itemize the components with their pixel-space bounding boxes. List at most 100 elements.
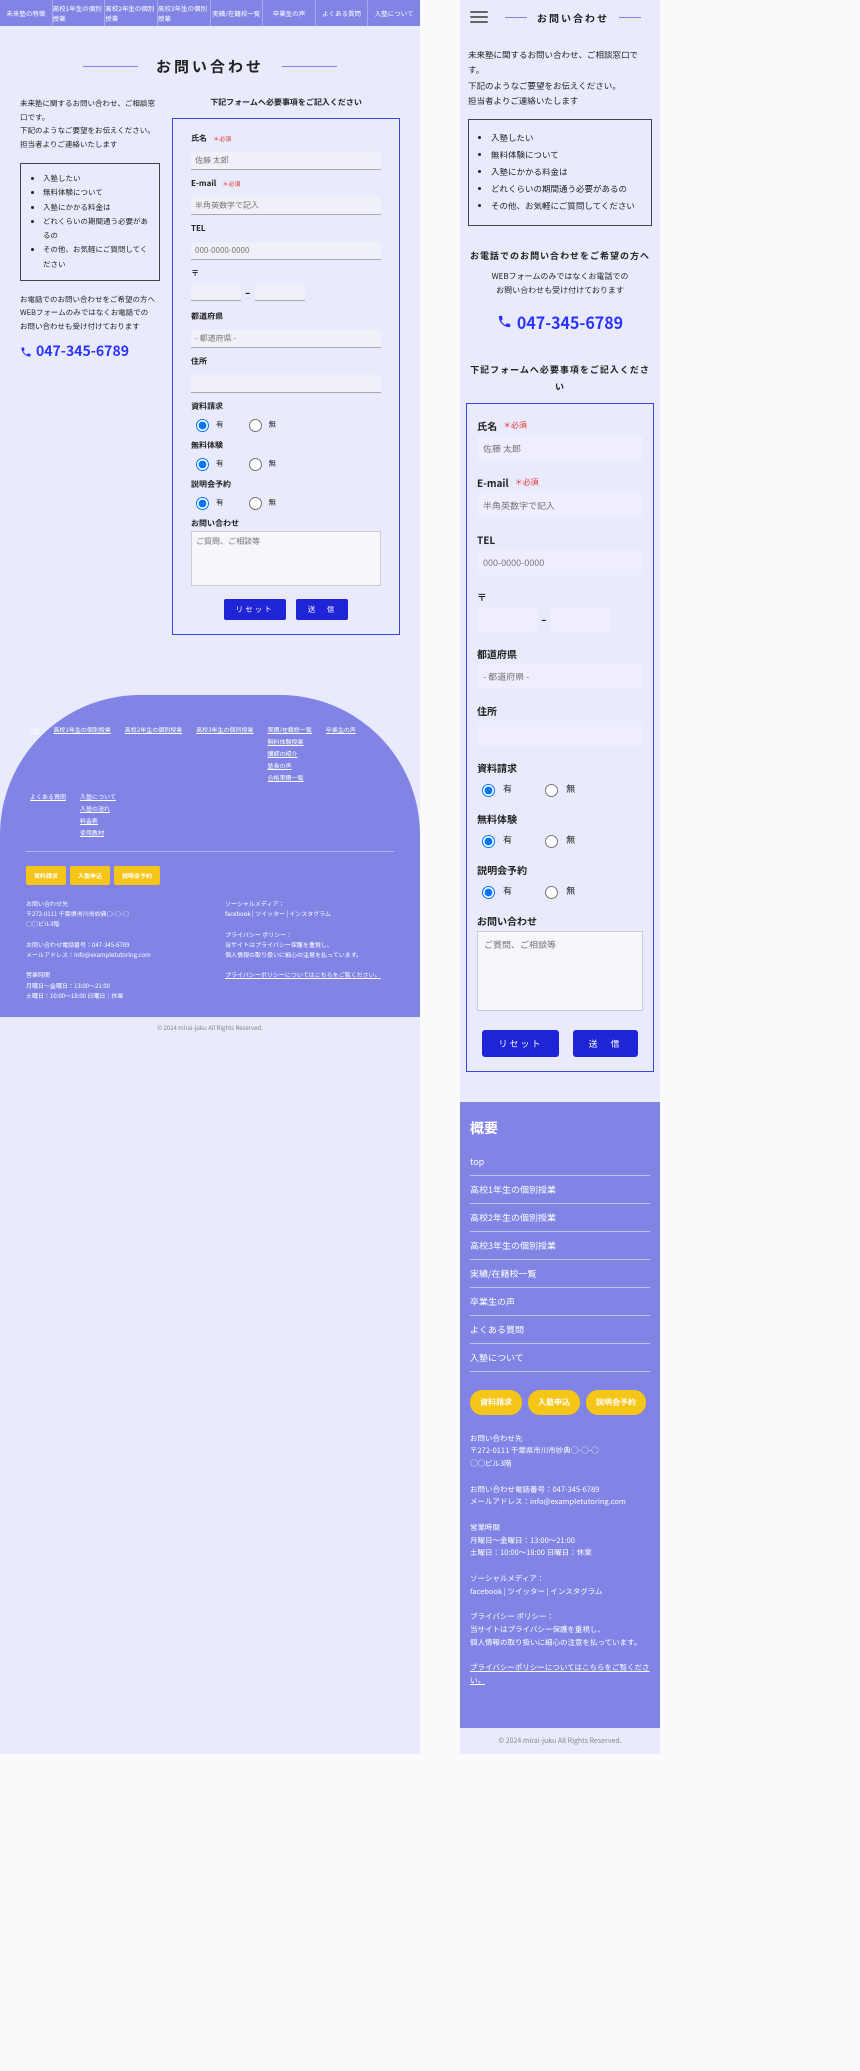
copyright: © 2024 mirai-juku All Rights Reserved.	[0, 1017, 420, 1038]
footer-link[interactable]: 卒業生の声	[470, 1288, 650, 1316]
list-item: その他、お気軽にご質問してください	[43, 243, 149, 272]
request-docs-button[interactable]: 資料請求	[470, 1390, 522, 1415]
submit-button[interactable]: 送 信	[296, 599, 349, 620]
pref-select[interactable]	[477, 664, 643, 689]
zip2-input[interactable]	[551, 607, 611, 632]
footer-sublink[interactable]: 料金表	[80, 816, 116, 825]
mobile-view: お問い合わせ 未来塾に関するお問い合わせ、ご相談窓口です。 下記のようなご要望を…	[460, 0, 660, 1754]
nav-item-5[interactable]: 卒業生の声	[263, 0, 316, 26]
briefing-yes-radio[interactable]	[196, 497, 209, 510]
zip1-input[interactable]	[191, 283, 241, 301]
footer-link-top[interactable]: top	[30, 725, 40, 782]
footer-sublink[interactable]: 塾長の声	[268, 761, 312, 770]
enroll-button[interactable]: 入塾申込	[70, 866, 110, 885]
footer-link[interactable]: 高校3年生の個別授業	[196, 725, 253, 782]
list-item: 無料体験について	[491, 147, 643, 164]
social-links[interactable]: facebook | ツイッター | インスタグラム	[225, 909, 394, 919]
desktop-footer: top 高校1年生の個別授業 高校2年生の個別授業 高校3年生の個別授業 実績/…	[0, 695, 420, 1017]
inquiry-textarea[interactable]	[477, 931, 643, 1011]
nav-item-4[interactable]: 実績/在籍校一覧	[211, 0, 264, 26]
footer-sublink[interactable]: 無料体験授業	[268, 737, 312, 746]
heading-line-right	[282, 66, 337, 67]
footer-link[interactable]: 高校1年生の個別授業	[54, 725, 111, 782]
briefing-button[interactable]: 説明会予約	[114, 866, 160, 885]
footer-link[interactable]: 高校3年生の個別授業	[470, 1232, 650, 1260]
enroll-button[interactable]: 入塾申込	[528, 1390, 580, 1415]
phone-icon	[20, 346, 32, 358]
footer-overview: 概要	[470, 1118, 650, 1138]
footer-link[interactable]: 高校2年生の個別授業	[125, 725, 182, 782]
list-item: 無料体験について	[43, 186, 149, 200]
footer-link[interactable]: よくある質問	[30, 792, 66, 837]
submit-button[interactable]: 送 信	[573, 1030, 638, 1057]
name-input[interactable]	[477, 436, 643, 461]
footer-sublink[interactable]: 入塾の流れ	[80, 804, 116, 813]
phone-number: 047-345-6789	[36, 339, 129, 364]
doc-yes-radio[interactable]	[482, 784, 495, 797]
tel-input[interactable]	[191, 242, 381, 260]
trial-yes-radio[interactable]	[482, 835, 495, 848]
nav-item-3[interactable]: 高校3年生の個別授業	[158, 0, 211, 26]
tel-input[interactable]	[477, 550, 643, 575]
doc-no-radio[interactable]	[545, 784, 558, 797]
footer-link[interactable]: 実績/在籍校一覧	[470, 1260, 650, 1288]
request-docs-button[interactable]: 資料請求	[26, 866, 66, 885]
footer-link[interactable]: 実績/在籍校一覧	[268, 725, 312, 734]
trial-no-radio[interactable]	[249, 458, 262, 471]
doc-yes-radio[interactable]	[196, 419, 209, 432]
phone-link-mobile[interactable]: 047-345-6789	[468, 308, 652, 337]
briefing-no-radio[interactable]	[545, 886, 558, 899]
name-input[interactable]	[191, 152, 381, 170]
phone-link[interactable]: 047-345-6789	[20, 339, 160, 364]
doc-no-radio[interactable]	[249, 419, 262, 432]
nav-item-6[interactable]: よくある質問	[316, 0, 369, 26]
footer-sublink[interactable]: 合格実績一覧	[268, 773, 312, 782]
briefing-yes-radio[interactable]	[482, 886, 495, 899]
nav-item-2[interactable]: 高校2年生の個別授業	[105, 0, 158, 26]
form-title: 下記フォームへ必要事項をご記入ください	[468, 362, 652, 394]
phone-icon	[497, 314, 512, 329]
phone-number: 047-345-6789	[517, 308, 623, 337]
reset-button[interactable]: リセット	[224, 599, 286, 620]
address-input[interactable]	[191, 375, 381, 393]
heading-line-left	[505, 17, 527, 18]
page-title-mobile: お問い合わせ	[537, 10, 609, 25]
nav-item-7[interactable]: 入塾について	[368, 0, 420, 26]
briefing-no-radio[interactable]	[249, 497, 262, 510]
footer-link[interactable]: 高校1年生の個別授業	[470, 1176, 650, 1204]
inquiry-textarea[interactable]	[191, 531, 381, 586]
privacy-link[interactable]: プライバシーポリシーについてはこちらをご覧ください。	[470, 1662, 649, 1686]
copyright: © 2024 mirai-juku All Rights Reserved.	[460, 1728, 660, 1754]
footer-link[interactable]: 入塾について	[470, 1344, 650, 1372]
footer-link[interactable]: よくある質問	[470, 1316, 650, 1344]
inquiry-examples-box: 入塾したい 無料体験について 入塾にかかる料金は どれくらいの期間通う必要がある…	[20, 163, 160, 281]
heading-line-left	[83, 66, 138, 67]
pref-select[interactable]	[191, 330, 381, 348]
briefing-button[interactable]: 説明会予約	[586, 1390, 646, 1415]
zip1-input[interactable]	[477, 607, 537, 632]
list-item: 入塾したい	[43, 172, 149, 186]
inquiry-examples-box: 入塾したい 無料体験について 入塾にかかる料金は どれくらいの期間通う必要がある…	[468, 119, 652, 226]
email-input[interactable]	[477, 493, 643, 518]
page-title: お問い合わせ	[156, 56, 264, 77]
trial-yes-radio[interactable]	[196, 458, 209, 471]
list-item: 入塾にかかる料金は	[491, 164, 643, 181]
reset-button[interactable]: リセット	[482, 1030, 558, 1057]
footer-link[interactable]: 高校2年生の個別授業	[470, 1204, 650, 1232]
footer-link-top[interactable]: top	[470, 1148, 650, 1176]
address-input[interactable]	[477, 721, 643, 746]
contact-form-mobile: 氏名＊必須 E-mail＊必須 TEL 〒 - 都道府県 住所 資料請求 有 無…	[466, 403, 654, 1072]
zip2-input[interactable]	[255, 283, 305, 301]
trial-no-radio[interactable]	[545, 835, 558, 848]
top-nav: 未来塾の特徴 高校1年生の個別授業 高校2年生の個別授業 高校3年生の個別授業 …	[0, 0, 420, 26]
footer-link[interactable]: 入塾について	[80, 792, 116, 801]
footer-sublink[interactable]: 講師の紹介	[268, 749, 312, 758]
privacy-link[interactable]: プライバシーポリシーについてはこちらをご覧ください。	[225, 970, 381, 979]
nav-item-0[interactable]: 未来塾の特徴	[0, 0, 53, 26]
footer-link[interactable]: 卒業生の声	[326, 725, 356, 782]
email-input[interactable]	[191, 197, 381, 215]
social-links[interactable]: facebook | ツイッター | インスタグラム	[470, 1586, 650, 1599]
footer-sublink[interactable]: 使用教材	[80, 828, 116, 837]
nav-item-1[interactable]: 高校1年生の個別授業	[53, 0, 106, 26]
hamburger-menu-icon[interactable]	[466, 7, 492, 27]
